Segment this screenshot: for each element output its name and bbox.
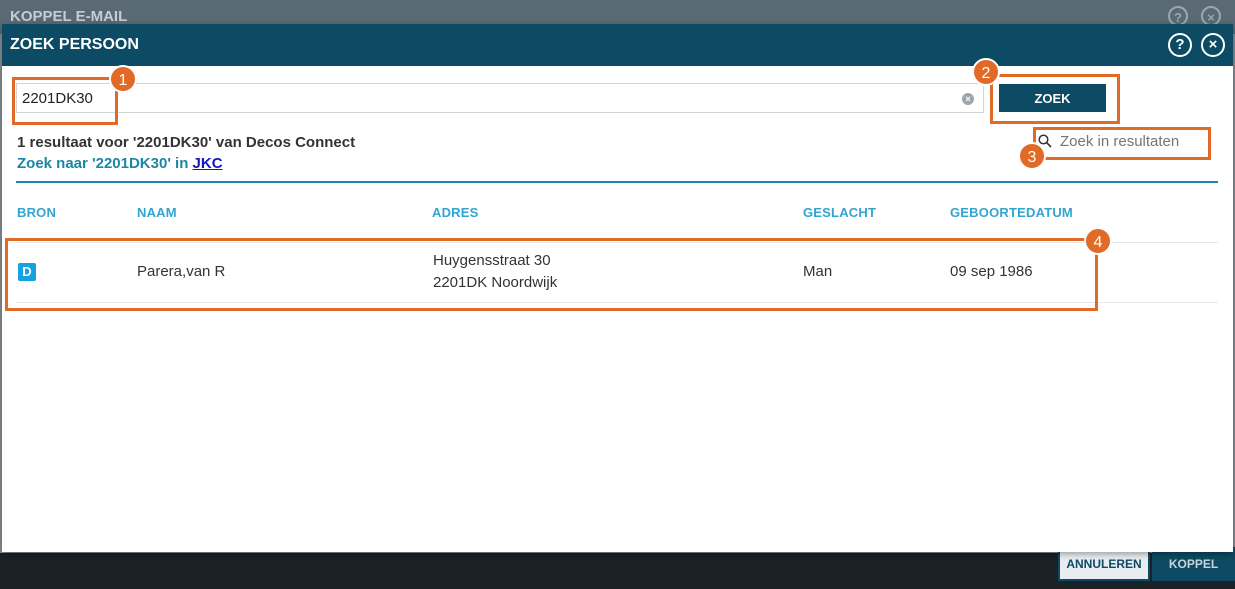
- annotation-box-2: [990, 74, 1120, 124]
- alternate-search-text: Zoek naar '2201DK30' in JKC: [17, 155, 223, 172]
- annotation-number-3: 3: [1018, 142, 1046, 170]
- result-summary: 1 resultaat voor '2201DK30' van Decos Co…: [17, 134, 356, 151]
- koppel-button[interactable]: KOPPEL: [1152, 547, 1235, 581]
- column-header-bron[interactable]: BRON: [17, 205, 56, 220]
- column-header-geboortedatum[interactable]: GEBOORTEDATUM: [950, 205, 1073, 220]
- search-input[interactable]: [16, 83, 984, 113]
- annotation-number-1: 1: [109, 65, 137, 93]
- close-icon[interactable]: ×: [1201, 6, 1221, 26]
- alternate-search-prefix: Zoek naar '2201DK30' in: [17, 155, 193, 172]
- annotation-number-2: 2: [972, 58, 1000, 86]
- close-icon[interactable]: ×: [1201, 33, 1225, 57]
- cancel-button[interactable]: ANNULEREN: [1058, 547, 1150, 581]
- dialog-header: ZOEK PERSOON ? ×: [2, 24, 1233, 66]
- annotation-box-1: [12, 77, 118, 125]
- help-icon[interactable]: ?: [1168, 33, 1192, 57]
- background-window-title: KOPPEL E-MAIL: [10, 8, 128, 25]
- background-footer: [0, 553, 1235, 589]
- divider: [16, 181, 1218, 183]
- column-header-naam[interactable]: NAAM: [137, 205, 177, 220]
- column-header-geslacht[interactable]: GESLACHT: [803, 205, 876, 220]
- annotation-box-3: [1033, 127, 1211, 160]
- jkc-link[interactable]: JKC: [193, 155, 223, 172]
- help-icon[interactable]: ?: [1168, 6, 1188, 26]
- annotation-number-4: 4: [1084, 227, 1112, 255]
- annotation-box-4: [5, 238, 1098, 311]
- column-header-adres[interactable]: ADRES: [432, 205, 479, 220]
- dialog-title: ZOEK PERSOON: [10, 36, 139, 53]
- clear-icon[interactable]: ×: [962, 93, 974, 105]
